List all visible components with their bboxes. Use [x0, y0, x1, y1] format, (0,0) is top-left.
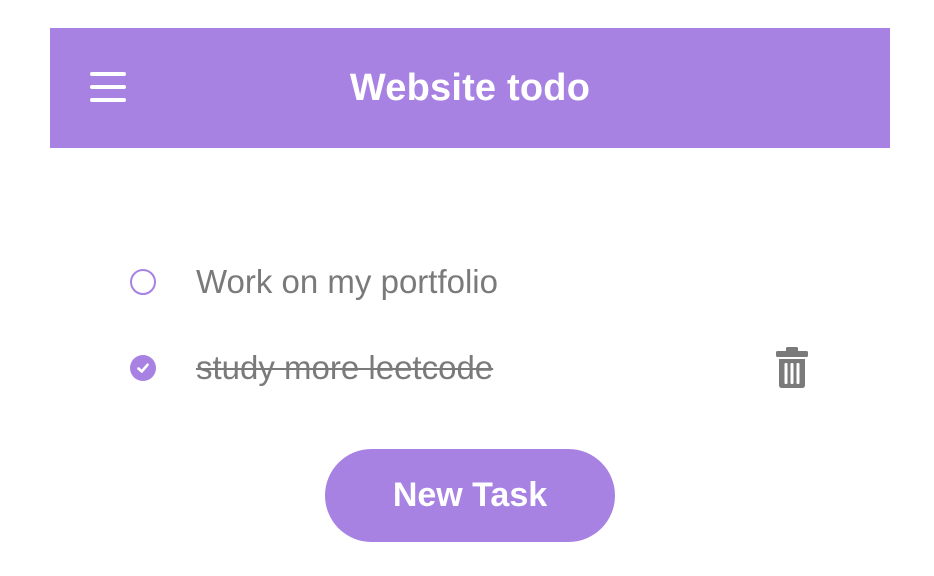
task-checkbox-checked[interactable]: [130, 355, 156, 381]
task-text-completed: study more leetcode: [196, 349, 494, 386]
page-title: Website todo: [349, 67, 591, 109]
task-item: study more leetcode: [130, 346, 820, 390]
task-item: Work on my portfolio: [130, 260, 820, 304]
task-checkbox[interactable]: [130, 269, 156, 295]
task-text: Work on my portfolio: [196, 263, 498, 300]
checkmark-icon: [137, 363, 149, 373]
trash-icon[interactable]: [774, 346, 810, 390]
new-task-button[interactable]: New Task: [325, 449, 615, 542]
app-header: Website todo: [50, 28, 890, 148]
